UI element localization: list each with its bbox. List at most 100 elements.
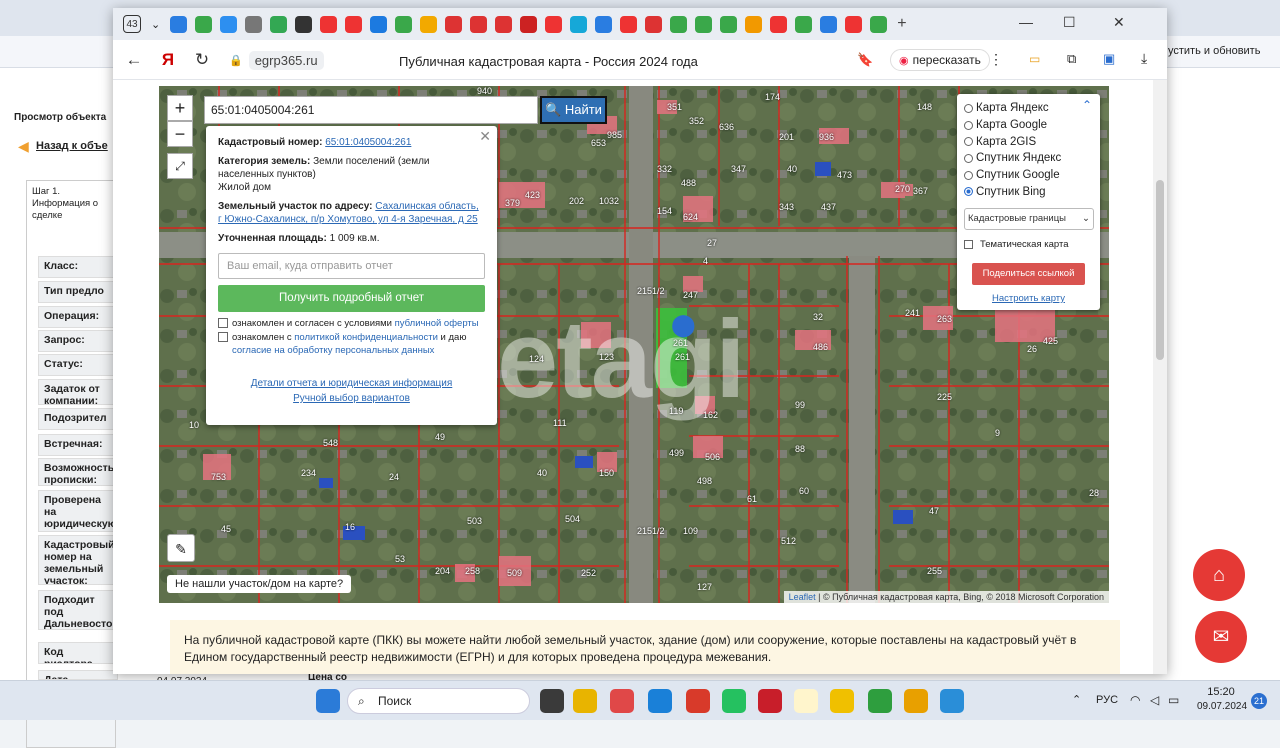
consent-link[interactable]: согласие на обработку персональных данны… [232,345,434,356]
tab-favicon-icon[interactable] [495,15,513,33]
tab-favicon-icon[interactable] [320,15,338,33]
radio-icon[interactable] [964,187,973,197]
bookmark-icon[interactable]: 🔖 [857,52,873,68]
tab-favicon-icon[interactable] [720,15,738,33]
taskbar-app-icon[interactable] [758,689,782,713]
battery-icon[interactable]: ▭ [1029,52,1040,66]
notification-badge[interactable]: 21 [1251,693,1267,709]
message-icon[interactable]: ✉ [1195,611,1247,663]
taskbar-app-icon[interactable] [904,689,928,713]
wifi-icon[interactable]: ◠ [1130,693,1140,707]
cadastral-map[interactable]: etagi 9403511741483526362019361045653985… [159,86,1109,603]
scrollbar-thumb[interactable] [1156,180,1164,360]
layer-option[interactable]: Спутник Яндекс [964,150,1093,167]
find-button[interactable]: 🔍 Найти [540,96,607,124]
tab-favicon-icon[interactable] [345,15,363,33]
tray-chevron-icon[interactable]: ⌃ [1072,693,1081,706]
taskbar-app-icon[interactable] [648,689,672,713]
taskbar-app-icon[interactable] [610,689,634,713]
offer-checkbox[interactable] [218,318,228,328]
privacy-link[interactable]: политикой конфиденциальности [294,332,438,343]
tab-count[interactable]: 43 [123,15,141,33]
taskbar-app-icon[interactable] [540,689,564,713]
taskbar-app-icon[interactable] [830,689,854,713]
scrollbar[interactable] [1153,80,1167,674]
get-report-button[interactable]: Получить подробный отчет [218,285,485,312]
tab-favicon-icon[interactable] [670,15,688,33]
radio-icon[interactable] [964,153,973,163]
tab-favicon-icon[interactable] [545,15,563,33]
taskbar-app-icon[interactable] [868,689,892,713]
cadastral-layer-select[interactable]: Кадастровые границы ⌄ [964,208,1094,231]
tab-favicon-icon[interactable] [820,15,838,33]
not-found-button[interactable]: Не нашли участок/дом на карте? [167,575,352,593]
tab-favicon-icon[interactable] [795,15,813,33]
layer-option[interactable]: Карта 2GIS [964,133,1093,150]
zoom-out-button[interactable]: − [167,121,193,147]
layer-option[interactable]: Карта Яндекс [964,100,1093,117]
layer-option[interactable]: Спутник Bing [964,183,1093,200]
back-link[interactable]: Назад к объе [36,140,108,152]
tab-favicon-icon[interactable] [270,15,288,33]
thematic-checkbox[interactable] [964,240,973,250]
tab-favicon-icon[interactable] [770,15,788,33]
extensions-icon[interactable]: ⧉ [1067,51,1076,67]
email-input[interactable]: Ваш email, куда отправить отчет [218,253,485,279]
update-text[interactable]: устить и обновить [1168,45,1260,57]
taskbar-app-icon[interactable] [722,689,746,713]
taskbar-app-icon[interactable] [573,689,597,713]
windows-start-icon[interactable] [316,689,340,713]
tab-favicon-icon[interactable] [195,15,213,33]
profile-icon[interactable]: ▣ [1103,51,1115,67]
offer-link[interactable]: публичной оферты [395,318,479,329]
share-link-button[interactable]: Поделиться ссылкой [972,262,1085,285]
tab-favicon-icon[interactable] [870,15,888,33]
chat-icon[interactable]: ⌂ [1193,549,1245,601]
fullscreen-icon[interactable]: ⤢ [167,153,193,179]
taskbar-app-icon[interactable] [686,689,710,713]
radio-icon[interactable] [964,137,973,147]
battery-tray-icon[interactable]: ▭ [1168,693,1179,707]
chevron-down-icon[interactable]: ⌄ [151,18,160,31]
collapse-icon[interactable]: ⌃ [1082,98,1092,112]
tab-favicon-icon[interactable] [295,15,313,33]
ruler-icon[interactable]: ✎ [167,534,195,562]
radio-icon[interactable] [964,170,973,180]
retell-button[interactable]: ◉ пересказать [890,49,990,71]
tab-favicon-icon[interactable] [220,15,238,33]
download-icon[interactable]: ⤓ [1141,50,1147,67]
tab-favicon-icon[interactable] [370,15,388,33]
tab-favicon-icon[interactable] [595,15,613,33]
minimize-icon[interactable]: — [1019,14,1033,30]
cad-number-link[interactable]: 65:01:0405004:261 [325,137,411,148]
close-icon[interactable]: ✕ [1113,14,1125,31]
more-icon[interactable]: ⋮ [989,51,1003,68]
radio-icon[interactable] [964,103,973,113]
privacy-checkbox[interactable] [218,332,228,342]
taskbar-app-icon[interactable] [940,689,964,713]
manual-select-link[interactable]: Ручной выбор вариантов [293,393,410,404]
tab-favicon-icon[interactable] [445,15,463,33]
reload-icon[interactable]: ↻ [185,50,219,70]
layer-option[interactable]: Карта Google [964,117,1093,134]
tab-favicon-icon[interactable] [520,15,538,33]
radio-icon[interactable] [964,120,973,130]
zoom-in-button[interactable]: + [167,95,193,121]
tab-favicon-icon[interactable] [245,15,263,33]
leaflet-link[interactable]: Leaflet [789,592,816,602]
taskbar-app-icon[interactable] [794,689,818,713]
location-pin-icon[interactable]: ⬤ [671,312,696,338]
volume-icon[interactable]: ◁ [1150,693,1159,707]
url-field[interactable]: 🔒 egrp365.ru [229,46,329,74]
tab-favicon-icon[interactable] [695,15,713,33]
maximize-icon[interactable]: ☐ [1063,14,1076,31]
tab-favicon-icon[interactable] [470,15,488,33]
tab-favicon-icon[interactable] [570,15,588,33]
language-indicator[interactable]: РУС [1096,694,1118,706]
clock-time[interactable]: 15:20 [1196,686,1246,698]
tab-favicon-icon[interactable] [170,15,188,33]
cadastral-search-input[interactable]: 65:01:0405004:261 [204,96,538,124]
report-details-link[interactable]: Детали отчета и юридическая информация [251,378,453,389]
taskbar-search[interactable]: ⌕ Поиск [347,688,530,714]
popup-close-icon[interactable]: ✕ [479,129,491,143]
